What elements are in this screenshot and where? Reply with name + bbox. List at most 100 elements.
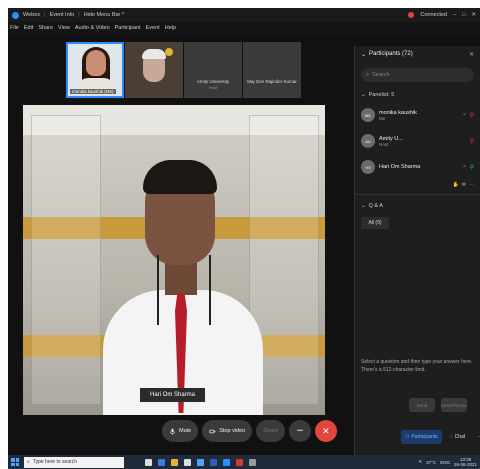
title-bar-right: Connected – □ ✕ <box>408 12 476 18</box>
store-icon[interactable] <box>184 458 191 466</box>
muted-microphone-icon[interactable]: ⚲ <box>470 138 474 145</box>
microphone-icon <box>170 428 175 435</box>
participant-status: ⚲ <box>470 138 474 145</box>
close-button[interactable]: ✕ <box>471 12 476 18</box>
chat-toggle-label: Chat <box>454 434 466 440</box>
clock[interactable]: 13:39 26-06-2021 <box>454 457 477 467</box>
mail-icon[interactable] <box>197 458 204 466</box>
event-info-link[interactable]: Event Info <box>49 12 74 18</box>
qa-answer-input[interactable]: Select a question and then type your ans… <box>361 358 475 374</box>
video-camera-icon: ▫ <box>463 163 466 170</box>
participant-role: Host <box>379 141 389 147</box>
participant-search-input[interactable]: ⌕ Search <box>361 68 474 82</box>
qa-title: Q & A <box>368 203 383 209</box>
more-icon[interactable]: ⋯ <box>469 182 474 188</box>
participant-status: ▫ ⚲ <box>463 164 474 171</box>
menu-view[interactable]: View <box>58 25 70 31</box>
maximize-button[interactable]: □ <box>462 12 465 18</box>
menu-help[interactable]: Help <box>165 25 176 31</box>
microphone-icon[interactable]: ⚲ <box>470 164 474 171</box>
task-view-icon[interactable] <box>145 458 152 466</box>
avatar: MK <box>361 108 375 122</box>
qa-send-button[interactable]: Send <box>409 398 435 412</box>
panelist-count: Panelist: 5 <box>368 92 395 98</box>
thumbnail-name: monika kaushik <box>72 89 104 94</box>
menu-share[interactable]: Share <box>38 25 53 31</box>
windows-start-icon[interactable] <box>11 458 19 466</box>
main-video[interactable]: Hari Om Sharma <box>23 105 325 415</box>
panel-toggle-bar: ⚇ Participants ◌ Chat ⋯ <box>401 430 480 444</box>
webex-logo-icon <box>12 11 19 19</box>
word-icon[interactable] <box>210 458 217 466</box>
search-icon: ⌕ <box>366 71 370 78</box>
participants-toggle-button[interactable]: ⚇ Participants <box>401 430 442 444</box>
people-icon: ⚇ <box>405 434 410 440</box>
menu-participant[interactable]: Participant <box>115 25 141 31</box>
share-label: Share <box>263 428 278 434</box>
search-icon: ⌕ <box>27 459 30 465</box>
participants-toggle-label: Participants <box>411 434 438 440</box>
qa-send-private-button[interactable]: Send Private <box>441 398 467 412</box>
settings-icon[interactable] <box>249 458 256 466</box>
connection-status[interactable]: Connected <box>420 12 447 18</box>
stop-video-button[interactable]: Stop video <box>202 420 253 442</box>
thumbnail-rajinder-kumar[interactable]: Maj Gen Rajinder Kumar <box>243 42 301 98</box>
participant-name: Hari Om Sharma <box>379 164 421 170</box>
close-panel-icon[interactable]: ✕ <box>469 51 474 58</box>
chat-icon: ◌ <box>449 434 453 440</box>
person-image <box>142 49 166 59</box>
mute-button[interactable]: Mute <box>162 420 199 442</box>
end-call-button[interactable]: ✕ <box>314 420 337 442</box>
muted-microphone-icon[interactable]: ⚲ <box>470 112 474 119</box>
qa-tab-all[interactable]: All (0) <box>361 217 389 229</box>
meeting-controls: Mute Stop video Share ••• ✕ <box>162 418 337 444</box>
search-placeholder: Search <box>372 72 390 78</box>
weather-temp[interactable]: 37°C <box>426 460 436 465</box>
thumbnail-self[interactable]: monika kaushik (Me) <box>66 42 124 98</box>
participant-row[interactable]: HS Hari Om Sharma ▫ ⚲ <box>355 154 480 180</box>
participant-actions: ✋ ✉ ⋯ <box>355 180 480 190</box>
app-name: Webex <box>23 12 41 18</box>
menu-file[interactable]: File <box>10 25 19 31</box>
separator: | <box>44 12 46 18</box>
thumbnail-me-tag: (Me) <box>104 89 114 94</box>
hide-menu-bar-link[interactable]: Hide Menu Bar ^ <box>84 12 125 18</box>
system-tray: ☀ 37°C ENG 13:39 26-06-2021 <box>418 457 477 467</box>
avatar: HS <box>361 160 375 174</box>
menu-event[interactable]: Event <box>146 25 160 31</box>
panelist-section-header[interactable]: ⌄ Panelist: 5 <box>355 88 480 102</box>
chat-icon[interactable]: ✉ <box>462 182 466 188</box>
speaker-image <box>143 160 217 194</box>
participant-info: monika kaushik Me <box>379 110 417 121</box>
video-thumbnails: monika kaushik (Me) Amity University Hos… <box>66 42 301 98</box>
divider <box>355 194 480 195</box>
more-options-button[interactable]: ••• <box>288 420 311 442</box>
chat-toggle-button[interactable]: ◌ Chat <box>446 430 470 444</box>
participant-row[interactable]: AU Amity U... Host ⚲ <box>355 128 480 154</box>
raise-hand-icon[interactable]: ✋ <box>453 182 459 188</box>
participants-panel: ⌄ Participants (72) ✕ ⌕ Search ⌄ Panelis… <box>354 46 480 455</box>
webex-taskbar-icon[interactable] <box>223 458 230 466</box>
taskbar-search-input[interactable]: ⌕ Type here to search <box>24 456 124 468</box>
participant-name: monika kaushik <box>379 109 417 116</box>
weather-icon: ☀ <box>418 459 423 464</box>
minimize-button[interactable]: – <box>453 12 456 18</box>
clock-date: 26-06-2021 <box>453 462 477 467</box>
menu-audio-video[interactable]: Audio & Video <box>75 25 110 31</box>
chrome-icon[interactable] <box>236 458 243 466</box>
taskbar-apps <box>145 458 256 466</box>
menu-edit[interactable]: Edit <box>24 25 33 31</box>
thumbnail-amity-university[interactable]: Amity University Host <box>184 42 242 98</box>
share-button[interactable]: Share <box>256 420 285 442</box>
more-panels-button[interactable]: ⋯ <box>473 430 480 444</box>
thumbnail-participant-2[interactable] <box>125 42 183 98</box>
participant-role: Me <box>379 115 386 121</box>
participant-status: ▫ ⚲ <box>463 112 474 119</box>
participant-row[interactable]: MK monika kaushik Me ▫ ⚲ <box>355 102 480 128</box>
qa-section-header[interactable]: ⌄ Q & A <box>355 199 480 213</box>
separator: | <box>78 12 80 18</box>
language-indicator[interactable]: ENG <box>440 460 450 465</box>
file-explorer-icon[interactable] <box>171 458 178 466</box>
edge-icon[interactable] <box>158 458 165 466</box>
participants-header[interactable]: ⌄ Participants (72) ✕ <box>355 46 480 62</box>
